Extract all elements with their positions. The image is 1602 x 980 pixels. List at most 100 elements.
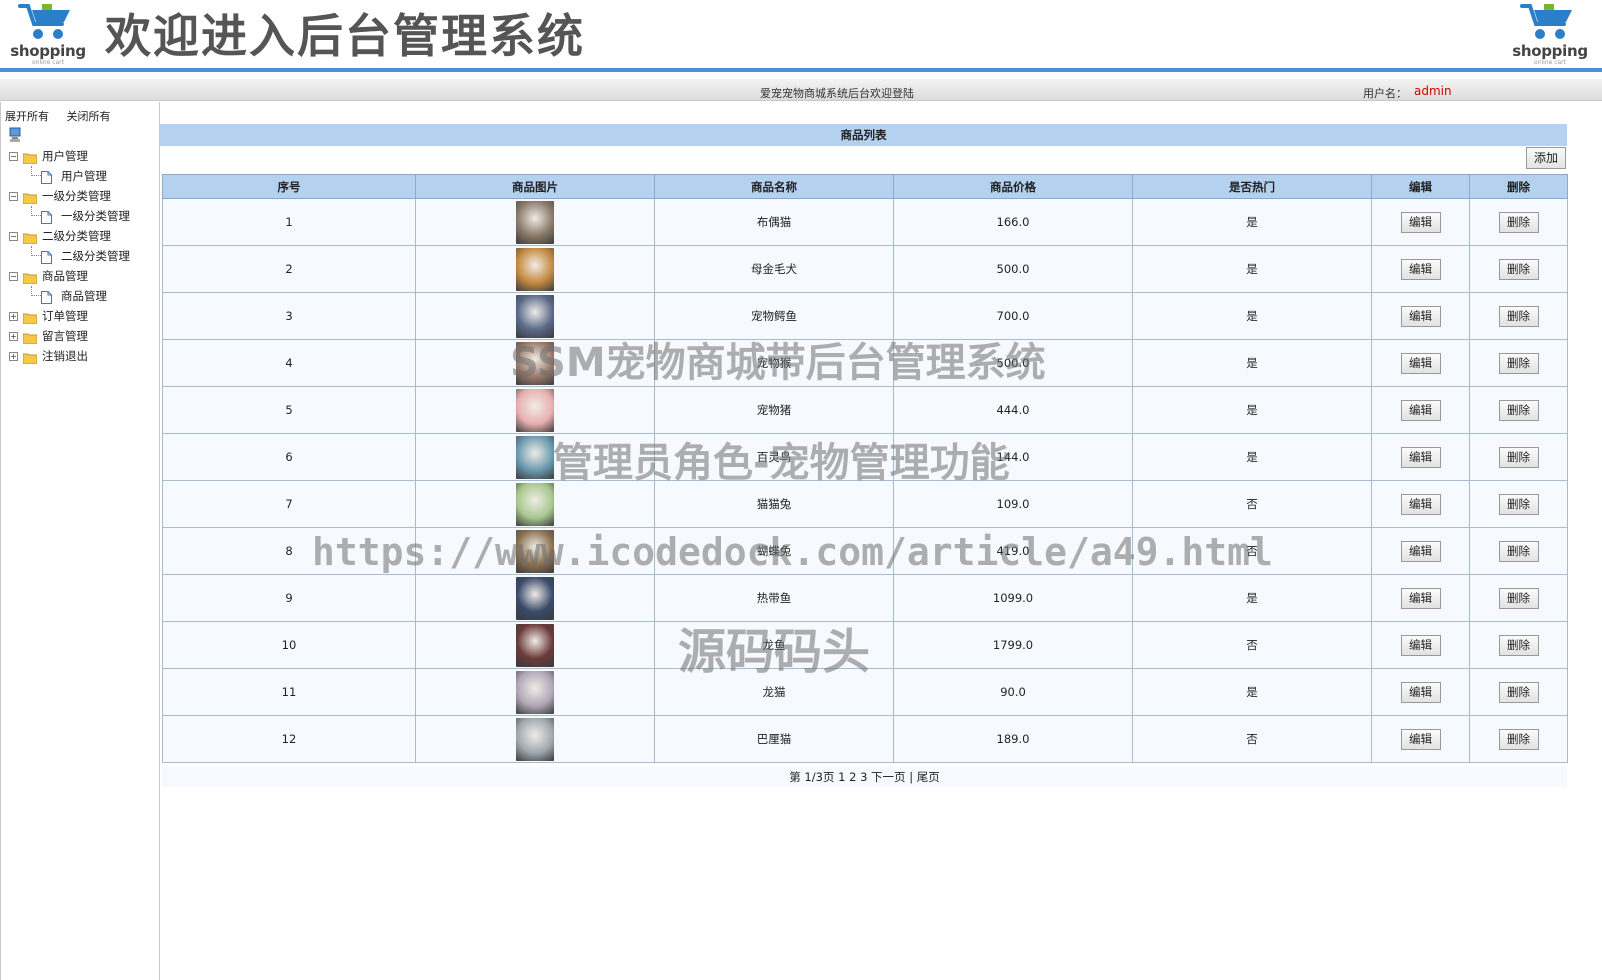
edit-button[interactable]: 编辑 <box>1400 587 1441 609</box>
row-image-cell <box>415 433 655 481</box>
cart-icon <box>1520 3 1572 39</box>
next-page-link[interactable]: 下一页 <box>871 770 906 784</box>
row-price: 500.0 <box>893 245 1133 293</box>
folder-icon <box>22 270 38 285</box>
row-price: 109.0 <box>893 480 1133 528</box>
row-image-cell <box>415 245 655 293</box>
delete-button[interactable]: 删除 <box>1498 211 1539 233</box>
edit-button[interactable]: 编辑 <box>1400 681 1441 703</box>
row-price: 90.0 <box>893 668 1133 716</box>
folder-icon <box>22 330 38 345</box>
table-row: 10 龙鱼 1799.0 否 编辑 删除 <box>162 621 1568 669</box>
delete-button[interactable]: 删除 <box>1498 399 1539 421</box>
column-header: 是否热门 <box>1132 174 1372 199</box>
list-title: 商品列表 <box>160 124 1567 146</box>
sidebar-group-5[interactable]: + 留言管理 <box>7 326 157 346</box>
row-name: 龙猫 <box>654 668 894 716</box>
page-link-3[interactable]: 3 <box>860 770 867 784</box>
delete-button[interactable]: 删除 <box>1498 587 1539 609</box>
sidebar-group-3[interactable]: − 商品管理 <box>7 266 157 286</box>
expand-icon[interactable]: + <box>9 332 18 341</box>
sidebar-group-2[interactable]: − 二级分类管理 <box>7 226 157 246</box>
delete-button[interactable]: 删除 <box>1498 681 1539 703</box>
row-image-cell <box>415 339 655 387</box>
add-button[interactable]: 添加 <box>1526 147 1566 169</box>
edit-button[interactable]: 编辑 <box>1400 258 1441 280</box>
collapse-icon[interactable]: − <box>9 232 18 241</box>
table-row: 1 布偶猫 166.0 是 编辑 删除 <box>162 198 1568 246</box>
page-link-1[interactable]: 1 <box>838 770 845 784</box>
edit-button[interactable]: 编辑 <box>1400 305 1441 327</box>
row-delete-cell: 删除 <box>1469 621 1568 669</box>
product-thumbnail <box>516 529 554 573</box>
delete-button[interactable]: 删除 <box>1498 728 1539 750</box>
row-edit-cell: 编辑 <box>1371 198 1470 246</box>
page-link-2[interactable]: 2 <box>849 770 856 784</box>
row-hot: 是 <box>1132 292 1372 340</box>
row-price: 1099.0 <box>893 574 1133 622</box>
sidebar-item-1-0[interactable]: 一级分类管理 <box>7 206 157 226</box>
row-delete-cell: 删除 <box>1469 480 1568 528</box>
shopping-logo-right: shopping online cart <box>1510 2 1590 68</box>
nav-tree: − 用户管理 用户管理 − 一级分类管理 一级分类管理 − 二级分类管理 二级分类管理 − 商品管理… <box>7 146 157 366</box>
row-name: 巴厘猫 <box>654 715 894 763</box>
row-id: 11 <box>162 668 416 716</box>
sidebar-group-label: 订单管理 <box>42 309 88 323</box>
row-id: 8 <box>162 527 416 575</box>
row-edit-cell: 编辑 <box>1371 668 1470 716</box>
delete-button[interactable]: 删除 <box>1498 634 1539 656</box>
row-delete-cell: 删除 <box>1469 292 1568 340</box>
collapse-icon[interactable]: − <box>9 152 18 161</box>
collapse-icon[interactable]: − <box>9 272 18 281</box>
delete-button[interactable]: 删除 <box>1498 540 1539 562</box>
expand-all-link[interactable]: 展开所有 <box>5 110 49 123</box>
row-edit-cell: 编辑 <box>1371 245 1470 293</box>
delete-button[interactable]: 删除 <box>1498 305 1539 327</box>
row-image-cell <box>415 574 655 622</box>
delete-button[interactable]: 删除 <box>1498 493 1539 515</box>
product-thumbnail <box>516 623 554 667</box>
row-name: 布偶猫 <box>654 198 894 246</box>
row-id: 3 <box>162 292 416 340</box>
edit-button[interactable]: 编辑 <box>1400 493 1441 515</box>
sidebar-group-1[interactable]: − 一级分类管理 <box>7 186 157 206</box>
edit-button[interactable]: 编辑 <box>1400 399 1441 421</box>
collapse-all-link[interactable]: 关闭所有 <box>67 110 111 123</box>
edit-button[interactable]: 编辑 <box>1400 540 1441 562</box>
edit-button[interactable]: 编辑 <box>1400 634 1441 656</box>
main-content: 商品列表 添加 序号 商品图片 商品名称 商品价格 是否热门 编辑 删除 1 布偶猫 166.0… <box>160 102 1602 980</box>
sidebar-group-4[interactable]: + 订单管理 <box>7 306 157 326</box>
collapse-icon[interactable]: − <box>9 192 18 201</box>
expand-icon[interactable]: + <box>9 352 18 361</box>
sidebar-item-3-0[interactable]: 商品管理 <box>7 286 157 306</box>
row-delete-cell: 删除 <box>1469 527 1568 575</box>
edit-button[interactable]: 编辑 <box>1400 728 1441 750</box>
table-row: 9 热带鱼 1099.0 是 编辑 删除 <box>162 574 1568 622</box>
table-row: 2 母金毛犬 500.0 是 编辑 删除 <box>162 245 1568 293</box>
delete-button[interactable]: 删除 <box>1498 352 1539 374</box>
table-row: 6 百灵鸟 144.0 是 编辑 删除 <box>162 433 1568 481</box>
row-delete-cell: 删除 <box>1469 574 1568 622</box>
row-id: 7 <box>162 480 416 528</box>
delete-button[interactable]: 删除 <box>1498 446 1539 468</box>
row-delete-cell: 删除 <box>1469 386 1568 434</box>
table-header-row: 序号 商品图片 商品名称 商品价格 是否热门 编辑 删除 <box>162 174 1568 199</box>
sidebar-item-0-0[interactable]: 用户管理 <box>7 166 157 186</box>
delete-button[interactable]: 删除 <box>1498 258 1539 280</box>
row-edit-cell: 编辑 <box>1371 292 1470 340</box>
expand-icon[interactable]: + <box>9 312 18 321</box>
edit-button[interactable]: 编辑 <box>1400 211 1441 233</box>
sidebar-group-0[interactable]: − 用户管理 <box>7 146 157 166</box>
sidebar-item-2-0[interactable]: 二级分类管理 <box>7 246 157 266</box>
sidebar-group-6[interactable]: + 注销退出 <box>7 346 157 366</box>
product-table: 序号 商品图片 商品名称 商品价格 是否热门 编辑 删除 1 布偶猫 166.0 是编辑 删除 2 母金… <box>162 174 1568 763</box>
edit-button[interactable]: 编辑 <box>1400 446 1441 468</box>
page-icon <box>41 170 52 184</box>
user-label: 用户名： <box>1363 87 1407 100</box>
sidebar-group-label: 一级分类管理 <box>42 189 111 203</box>
last-page-link[interactable]: 尾页 <box>917 770 940 784</box>
edit-button[interactable]: 编辑 <box>1400 352 1441 374</box>
sidebar-group-label: 注销退出 <box>42 349 88 363</box>
row-edit-cell: 编辑 <box>1371 433 1470 481</box>
table-row: 5 宠物猪 444.0 是 编辑 删除 <box>162 386 1568 434</box>
